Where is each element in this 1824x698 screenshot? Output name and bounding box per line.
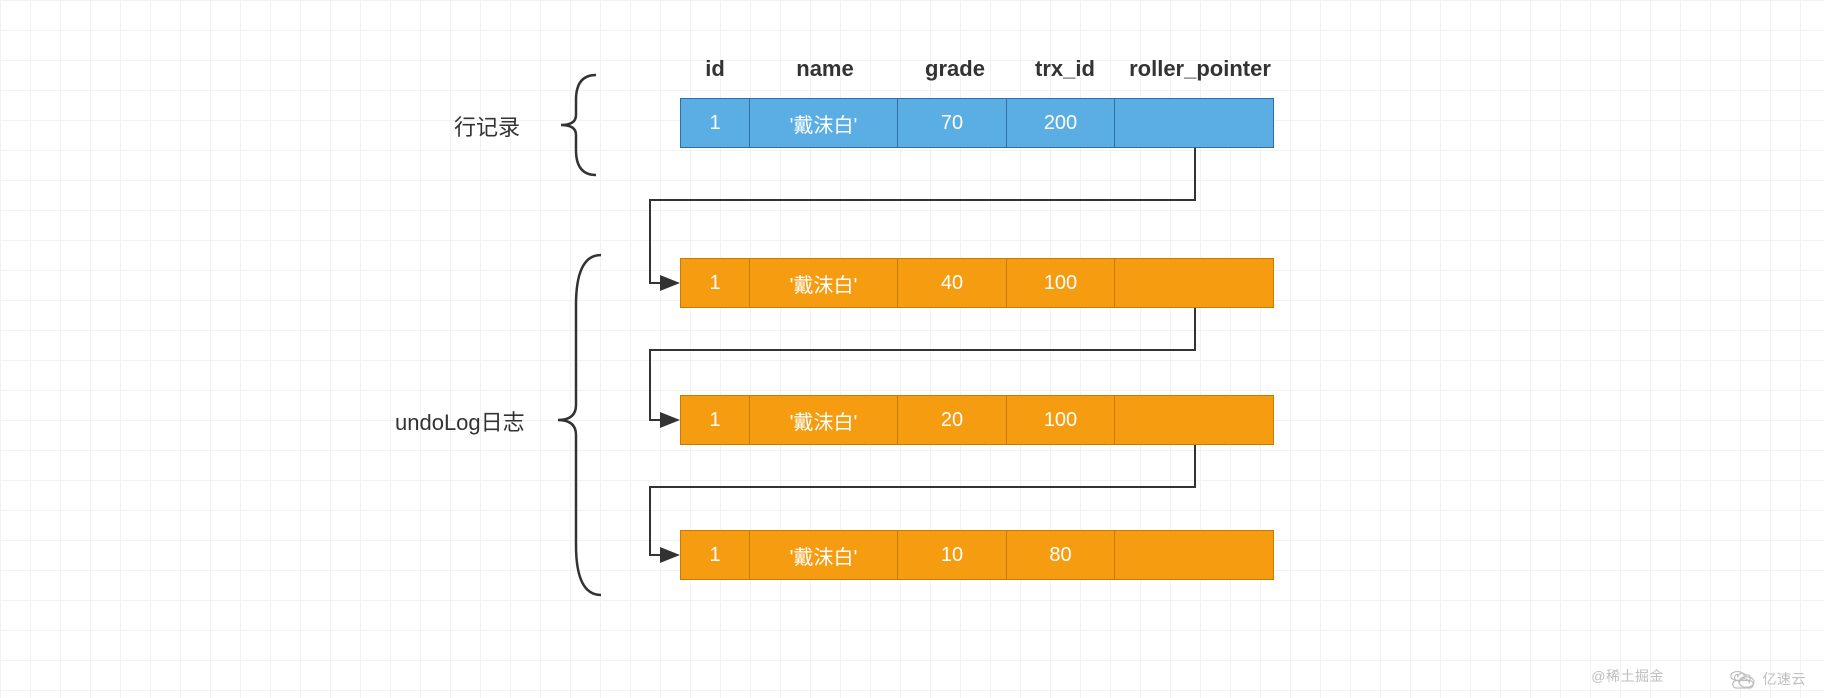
pointer-arrows	[0, 0, 1824, 698]
watermark-juejin: @稀土掘金	[1591, 666, 1664, 686]
cloud-icon	[1727, 668, 1757, 690]
watermark-yisu-text: 亿速云	[1763, 669, 1807, 689]
diagram-canvas: id name grade trx_id roller_pointer 行记录 …	[0, 0, 1824, 698]
watermark-yisu: 亿速云	[1727, 668, 1807, 690]
